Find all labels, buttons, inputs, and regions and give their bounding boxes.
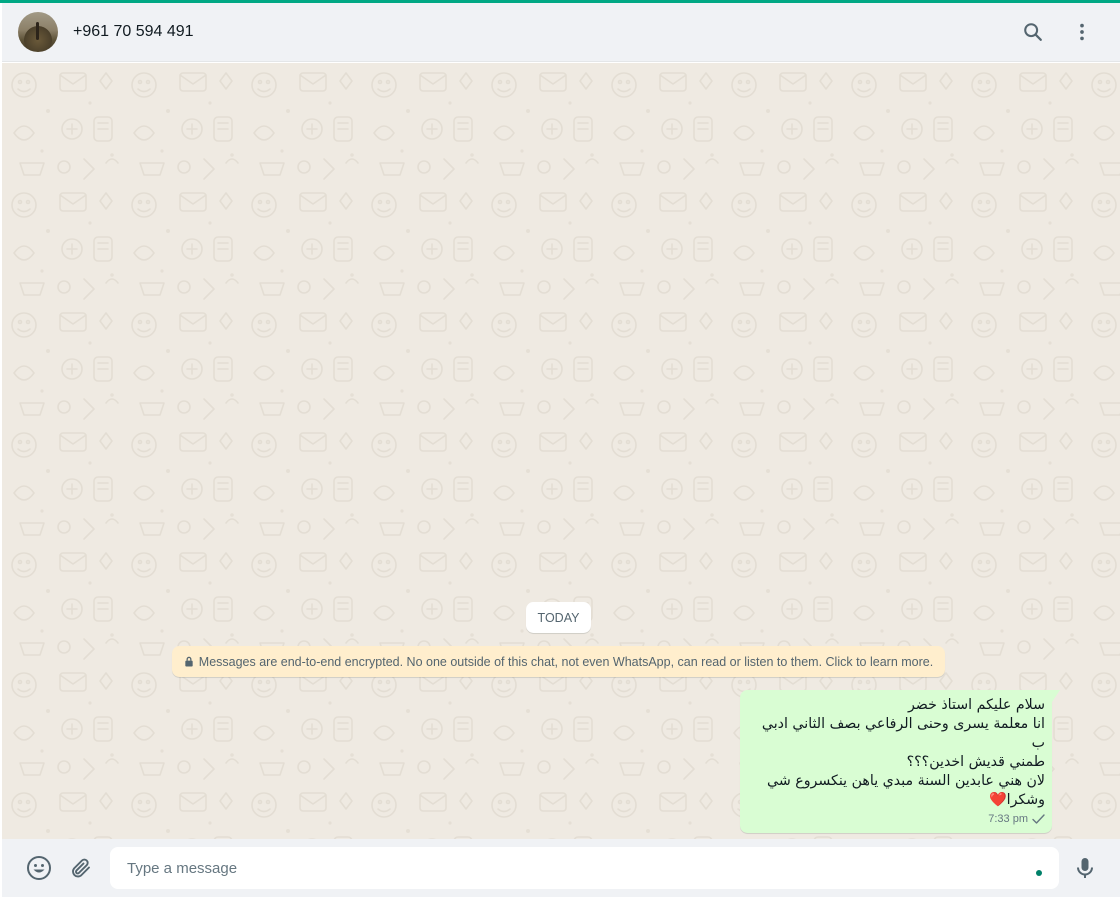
search-icon: [1024, 23, 1042, 41]
message-time: 7:33 pm: [988, 813, 1028, 825]
heart-emoji: ❤️: [988, 792, 1007, 808]
paperclip-icon: [72, 858, 90, 878]
encryption-notice-text: Messages are end-to-end encrypted. No on…: [198, 654, 934, 669]
message-composer: [2, 839, 1120, 897]
message-bubble-outgoing[interactable]: سلام عليكم استاذ خضر انا معلمة يسرى وحنى…: [740, 690, 1060, 833]
message-input-wrapper: [110, 847, 1059, 889]
attach-button[interactable]: [60, 847, 102, 889]
bubble-tail: [1052, 690, 1060, 702]
header-actions: [1013, 12, 1102, 52]
avatar[interactable]: [18, 12, 58, 52]
emoji-icon: [27, 856, 51, 880]
search-button[interactable]: [1013, 12, 1053, 52]
single-check-icon: [1032, 814, 1045, 824]
voice-message-button[interactable]: [1064, 847, 1106, 889]
message-meta: 7:33 pm: [749, 813, 1045, 825]
date-chip: TODAY: [526, 602, 591, 633]
message-text: سلام عليكم استاذ خضر انا معلمة يسرى وحنى…: [749, 696, 1045, 810]
emoji-button[interactable]: [18, 847, 60, 889]
encryption-notice[interactable]: Messages are end-to-end encrypted. No on…: [172, 646, 945, 677]
mic-icon: [1077, 858, 1093, 878]
message-input[interactable]: [110, 847, 1059, 889]
more-vertical-icon: [1080, 23, 1084, 41]
input-status-dot: [1036, 870, 1042, 876]
chat-panel[interactable]: TODAY Messages are end-to-end encrypted.…: [2, 63, 1120, 839]
chat-header: +961 70 594 491: [2, 3, 1120, 62]
menu-button[interactable]: [1062, 12, 1102, 52]
contact-name[interactable]: +961 70 594 491: [73, 23, 194, 41]
lock-icon: [184, 656, 194, 667]
